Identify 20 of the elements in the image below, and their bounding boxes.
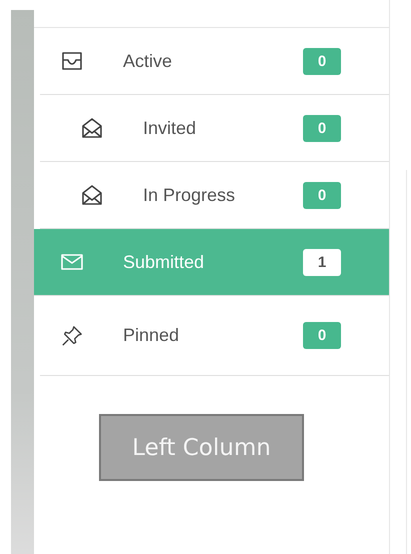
sidebar-item[interactable]: Invited 0 xyxy=(40,95,389,162)
sidebar-item[interactable]: Active 0 xyxy=(40,28,389,95)
open-envelope-icon xyxy=(80,184,104,206)
envelope-icon xyxy=(60,251,84,273)
item-label: Pinned xyxy=(123,325,180,346)
sidebar-item[interactable]: Submitted 1 xyxy=(34,229,389,296)
count-badge: 0 xyxy=(303,114,341,142)
placeholder-box: Left Column xyxy=(99,414,304,481)
open-envelope-icon xyxy=(80,117,104,139)
pushpin-icon xyxy=(60,324,84,346)
item-label: Active xyxy=(123,50,174,72)
sidebar-item[interactable]: Pinned 0 xyxy=(40,296,389,376)
item-label: In Progress xyxy=(143,184,236,206)
inbox-tray-icon xyxy=(60,50,84,72)
count-badge: 0 xyxy=(303,48,341,74)
count-badge: 1 xyxy=(303,248,341,276)
item-label: Invited xyxy=(143,118,198,138)
count-badge: 0 xyxy=(303,322,341,349)
item-label: Submitted xyxy=(123,252,206,272)
count-badge: 0 xyxy=(303,182,341,208)
